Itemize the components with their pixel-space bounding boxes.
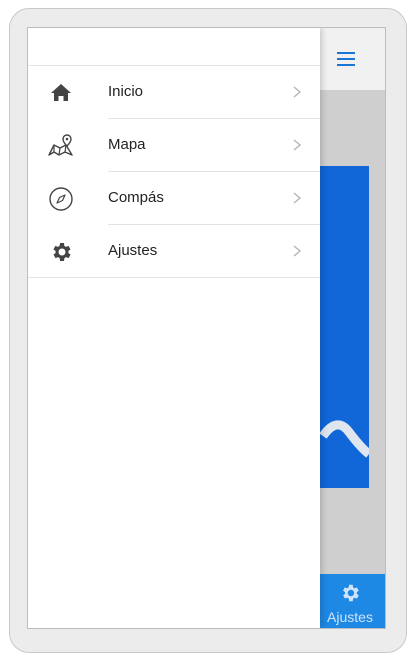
drawer-item-label: Mapa — [108, 136, 146, 153]
drawer-item-label: Ajustes — [108, 242, 158, 259]
drawer-item-mapa[interactable]: Mapa — [28, 119, 320, 172]
drawer-header — [28, 28, 320, 66]
chevron-right-icon — [293, 86, 302, 98]
drawer-item-label: Inicio — [108, 83, 144, 100]
drawer-item-ajustes[interactable]: Ajustes — [28, 225, 320, 278]
gear-icon — [53, 243, 71, 261]
compass-icon — [49, 187, 73, 211]
drawer-item-inicio[interactable]: Inicio — [28, 66, 320, 119]
gear-icon — [343, 584, 359, 602]
bottom-nav-settings[interactable]: Ajustes — [315, 574, 385, 628]
hamburger-menu-button[interactable] — [325, 28, 385, 90]
drawer-item-label: Compás — [108, 189, 164, 206]
app-screen: Ajustes Inicio Mapa Compás Ajustes — [27, 27, 386, 629]
chevron-right-icon — [293, 245, 302, 257]
home-icon — [51, 84, 71, 101]
map-pin-icon — [48, 134, 73, 156]
drawer-item-compas[interactable]: Compás — [28, 172, 320, 225]
hamburger-icon — [337, 52, 355, 54]
navigation-drawer: Inicio Mapa Compás Ajustes — [28, 28, 320, 628]
chevron-right-icon — [293, 192, 302, 204]
chevron-right-icon — [293, 139, 302, 151]
bottom-nav-settings-label: Ajustes — [327, 609, 373, 625]
